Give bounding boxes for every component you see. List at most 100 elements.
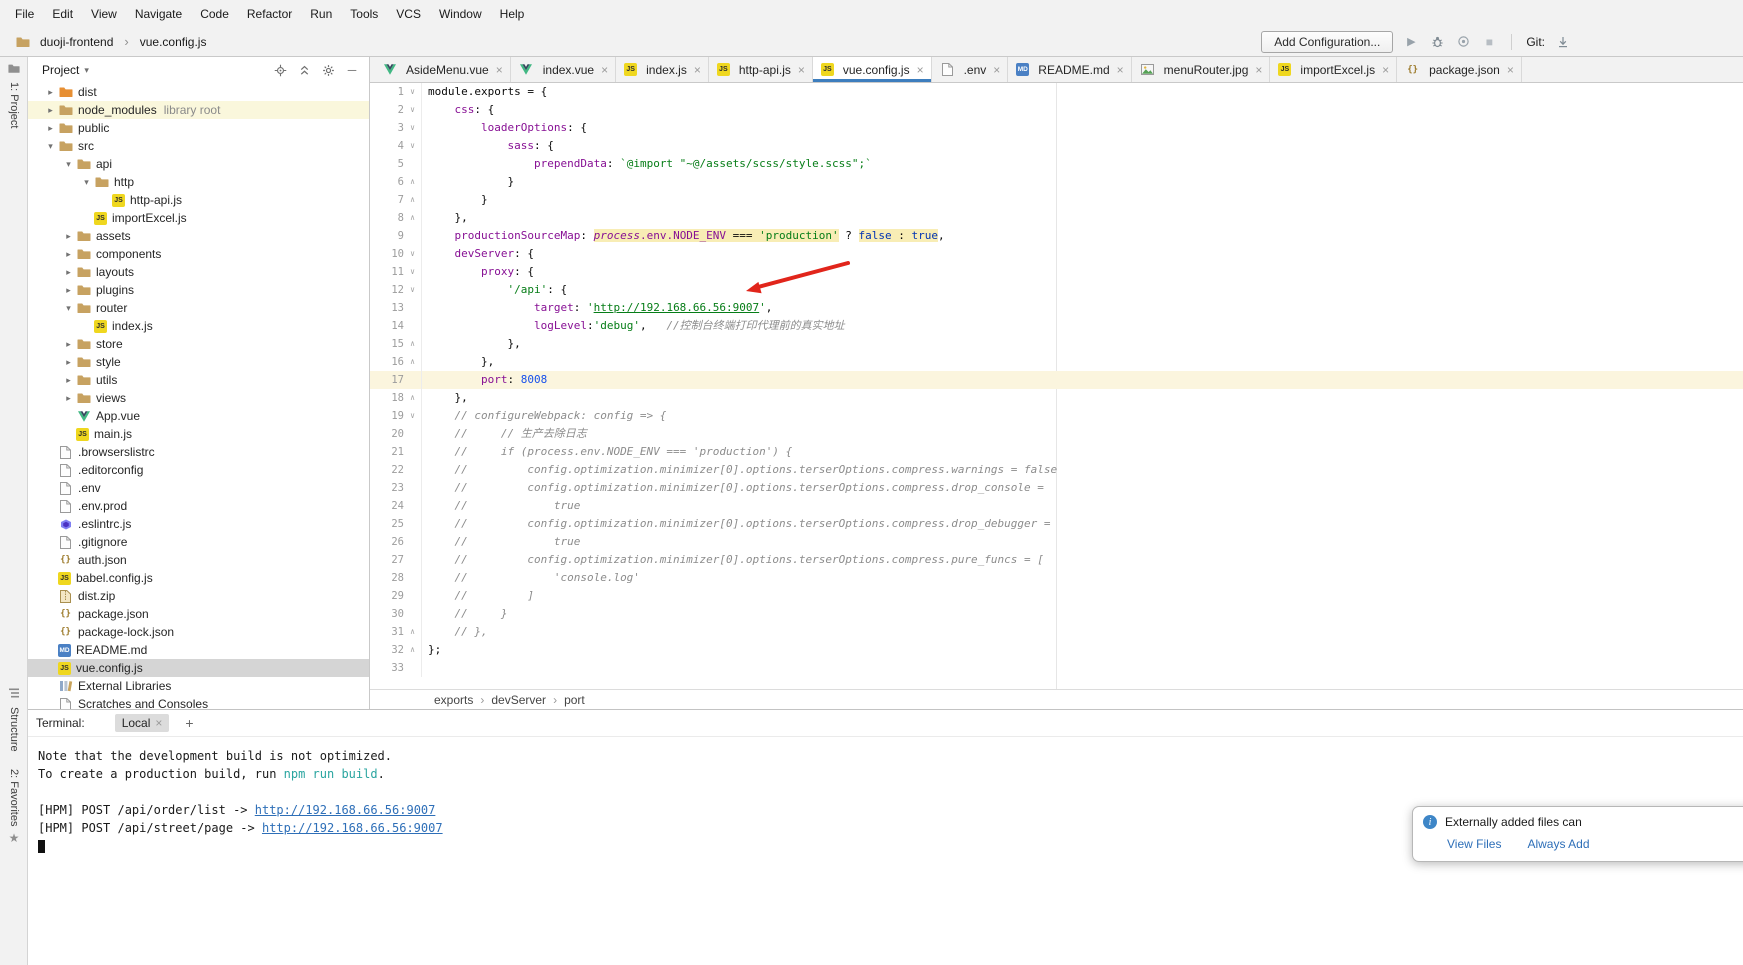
code-editor[interactable]: 1∨module.exports = {2∨ css: {3∨ loaderOp… — [370, 83, 1743, 689]
close-tab-icon[interactable]: × — [1507, 63, 1514, 77]
tool-window-button-project[interactable]: 1: Project — [0, 63, 28, 128]
fold-marker-icon[interactable]: ∨ — [404, 245, 422, 263]
tree-item-http[interactable]: ▾http — [28, 173, 369, 191]
fold-marker-icon[interactable]: ∨ — [404, 137, 422, 155]
line-number[interactable]: 5 — [370, 155, 404, 173]
tree-item-main-js[interactable]: JSmain.js — [28, 425, 369, 443]
tree-item-env[interactable]: .env — [28, 479, 369, 497]
chevron-down-icon[interactable]: ▾ — [44, 141, 57, 152]
fold-marker-icon[interactable]: ∨ — [404, 281, 422, 299]
line-number[interactable]: 7 — [370, 191, 404, 209]
editor-tab-vue-config-js[interactable]: JSvue.config.js× — [813, 57, 932, 82]
tree-item-readme-md[interactable]: MDREADME.md — [28, 641, 369, 659]
menu-window[interactable]: Window — [430, 7, 491, 21]
tree-item-env-prod[interactable]: .env.prod — [28, 497, 369, 515]
tree-item-vue-config-js[interactable]: JSvue.config.js — [28, 659, 369, 677]
notification-link-always-add[interactable]: Always Add — [1527, 837, 1589, 851]
line-number[interactable]: 8 — [370, 209, 404, 227]
editor-tab-env[interactable]: .env× — [932, 57, 1009, 82]
line-number[interactable]: 2 — [370, 101, 404, 119]
line-number[interactable]: 33 — [370, 659, 404, 677]
line-number[interactable]: 23 — [370, 479, 404, 497]
stop-icon[interactable]: ■ — [1481, 34, 1497, 50]
code-line[interactable]: prependData: `@import "~@/assets/scss/st… — [422, 155, 872, 173]
fold-marker-icon[interactable]: ∨ — [404, 407, 422, 425]
code-line[interactable]: target: 'http://192.168.66.56:9007', — [422, 299, 772, 317]
chevron-right-icon[interactable]: ▸ — [44, 105, 57, 116]
project-panel-title[interactable]: Project — [42, 63, 79, 77]
code-line[interactable] — [422, 659, 428, 677]
chevron-right-icon[interactable]: ▸ — [62, 357, 75, 368]
tree-item-router[interactable]: ▾router — [28, 299, 369, 317]
tree-item-scratches-and-consoles[interactable]: Scratches and Consoles — [28, 695, 369, 709]
tree-item-external-libraries[interactable]: External Libraries — [28, 677, 369, 695]
code-line[interactable]: proxy: { — [422, 263, 534, 281]
code-line[interactable]: module.exports = { — [422, 83, 547, 101]
tree-item-node-modules[interactable]: ▸node_moduleslibrary root — [28, 101, 369, 119]
line-number[interactable]: 26 — [370, 533, 404, 551]
tree-item-store[interactable]: ▸store — [28, 335, 369, 353]
code-line[interactable]: // if (process.env.NODE_ENV === 'product… — [422, 443, 792, 461]
breadcrumb-file[interactable]: vue.config.js — [140, 35, 207, 49]
close-tab-icon[interactable]: × — [1255, 63, 1262, 77]
chevron-down-icon[interactable]: ▾ — [62, 159, 75, 170]
line-number[interactable]: 1 — [370, 83, 404, 101]
code-line[interactable]: // config.optimization.minimizer[0].opti… — [422, 515, 1051, 533]
line-number[interactable]: 31 — [370, 623, 404, 641]
code-line[interactable]: // ] — [422, 587, 534, 605]
fold-marker-icon[interactable]: ∧ — [404, 173, 422, 191]
tree-item-views[interactable]: ▸views — [28, 389, 369, 407]
line-number[interactable]: 13 — [370, 299, 404, 317]
notification-link-view-files[interactable]: View Files — [1447, 837, 1501, 851]
tree-item-gitignore[interactable]: .gitignore — [28, 533, 369, 551]
line-number[interactable]: 22 — [370, 461, 404, 479]
code-line[interactable]: // config.optimization.minimizer[0].opti… — [422, 479, 1044, 497]
chevron-right-icon[interactable]: ▸ — [62, 285, 75, 296]
menu-help[interactable]: Help — [491, 7, 534, 21]
line-number[interactable]: 9 — [370, 227, 404, 245]
line-number[interactable]: 14 — [370, 317, 404, 335]
code-line[interactable]: css: { — [422, 101, 494, 119]
line-number[interactable]: 27 — [370, 551, 404, 569]
breadcrumb-project[interactable]: duoji-frontend — [40, 35, 113, 49]
tree-item-utils[interactable]: ▸utils — [28, 371, 369, 389]
code-line[interactable]: }, — [422, 389, 468, 407]
menu-refactor[interactable]: Refactor — [238, 7, 301, 21]
code-line[interactable]: } — [422, 191, 488, 209]
hide-panel-icon[interactable]: ─ — [345, 63, 359, 77]
tree-item-app-vue[interactable]: App.vue — [28, 407, 369, 425]
tool-window-button-structure[interactable]: Structure — [0, 687, 28, 752]
tree-item-babel-config-js[interactable]: JSbabel.config.js — [28, 569, 369, 587]
tool-window-button-favorites[interactable]: 2: Favorites ★ — [0, 769, 28, 845]
code-line[interactable]: } — [422, 173, 514, 191]
fold-marker-icon[interactable]: ∧ — [404, 209, 422, 227]
code-line[interactable]: // // 生产去除日志 — [422, 425, 587, 443]
chevron-down-icon[interactable]: ▾ — [62, 303, 75, 314]
close-tab-icon[interactable]: × — [993, 63, 1000, 77]
code-line[interactable]: }, — [422, 335, 521, 353]
menu-tools[interactable]: Tools — [341, 7, 387, 21]
close-tab-icon[interactable]: × — [798, 63, 805, 77]
fold-marker-icon[interactable]: ∧ — [404, 389, 422, 407]
line-number[interactable]: 17 — [370, 371, 404, 389]
menu-vcs[interactable]: VCS — [387, 7, 430, 21]
tree-item-eslintrc-js[interactable]: .eslintrc.js — [28, 515, 369, 533]
code-line[interactable]: // 'console.log' — [422, 569, 640, 587]
tree-item-assets[interactable]: ▸assets — [28, 227, 369, 245]
terminal-link[interactable]: http://192.168.66.56:9007 — [262, 821, 443, 835]
fold-marker-icon[interactable]: ∨ — [404, 101, 422, 119]
chevron-right-icon[interactable]: ▸ — [62, 393, 75, 404]
fold-marker-icon[interactable]: ∧ — [404, 335, 422, 353]
line-number[interactable]: 3 — [370, 119, 404, 137]
code-line[interactable]: // true — [422, 533, 580, 551]
code-line[interactable]: port: 8008 — [422, 371, 547, 389]
line-number[interactable]: 16 — [370, 353, 404, 371]
tree-item-editorconfig[interactable]: .editorconfig — [28, 461, 369, 479]
editor-tab-index-js[interactable]: JSindex.js× — [616, 57, 709, 82]
close-tab-icon[interactable]: × — [601, 63, 608, 77]
chevron-right-icon[interactable]: ▸ — [62, 339, 75, 350]
line-number[interactable]: 10 — [370, 245, 404, 263]
breadcrumb-devserver[interactable]: devServer — [489, 693, 548, 707]
locate-file-icon[interactable] — [273, 63, 287, 77]
tree-item-components[interactable]: ▸components — [28, 245, 369, 263]
